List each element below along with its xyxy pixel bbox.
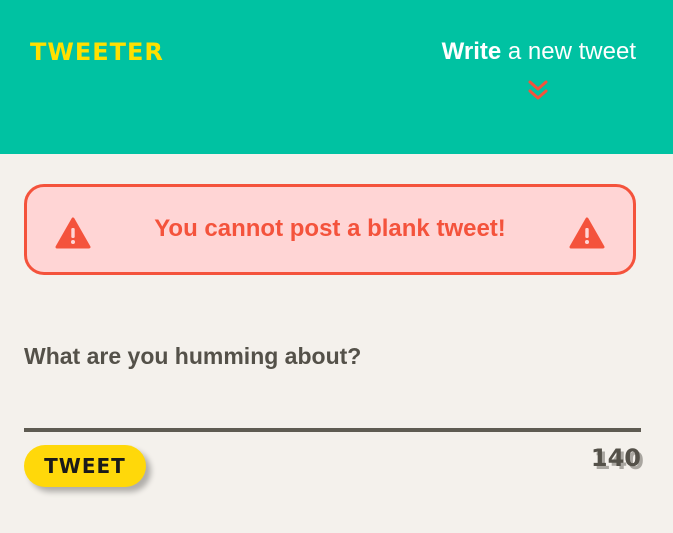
app-logo[interactable]: TWEETER	[30, 38, 164, 66]
tweet-prompt-label: What are you humming about?	[24, 343, 362, 369]
error-alert: You cannot post a blank tweet!	[24, 184, 636, 275]
write-new-tweet-link[interactable]: Write a new tweet	[442, 38, 636, 66]
site-header: TWEETER Write a new tweet	[0, 0, 673, 154]
double-chevron-down-icon[interactable]	[526, 79, 550, 103]
alert-message: You cannot post a blank tweet!	[154, 215, 506, 242]
tweet-input[interactable]	[24, 385, 645, 427]
write-link-bold: Write	[441, 38, 502, 65]
write-link-rest: a new tweet	[501, 38, 636, 65]
character-counter: 140	[590, 444, 641, 472]
warning-icon	[569, 217, 605, 249]
tweet-button[interactable]: TWEET	[24, 445, 146, 487]
input-underline	[24, 428, 641, 432]
